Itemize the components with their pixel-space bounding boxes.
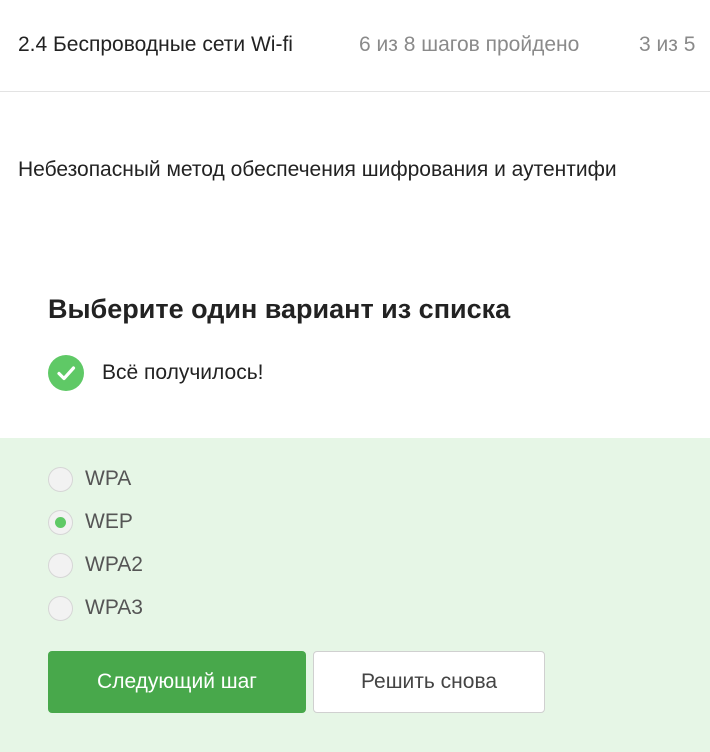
question-text: Небезопасный метод обеспечения шифровани…	[18, 158, 617, 181]
answer-area: WPA WEP WPA2 WPA3 Следующий шаг Решить с…	[0, 438, 710, 752]
option-label: WPA	[85, 467, 132, 490]
option-label: WPA2	[85, 553, 143, 576]
radio-button[interactable]	[48, 595, 73, 621]
option-label: WEP	[85, 510, 133, 533]
step-counter: 3 из 5	[639, 33, 696, 56]
next-step-button[interactable]: Следующий шаг	[48, 651, 306, 713]
option-label: WPA3	[85, 596, 143, 619]
lesson-header: 2.4 Беспроводные сети Wi-fi 6 из 8 шагов…	[0, 0, 710, 92]
retry-button[interactable]: Решить снова	[313, 651, 545, 713]
tab-notch	[478, 0, 506, 4]
radio-button[interactable]	[48, 552, 73, 578]
radio-button-selected[interactable]	[48, 509, 73, 535]
lesson-title[interactable]: 2.4 Беспроводные сети Wi-fi	[18, 33, 293, 57]
option-wpa2[interactable]: WPA2	[48, 552, 143, 578]
radio-button[interactable]	[48, 466, 73, 492]
option-wpa3[interactable]: WPA3	[48, 595, 143, 621]
option-wep[interactable]: WEP	[48, 509, 133, 535]
quiz-heading: Выберите один вариант из списка	[48, 294, 511, 324]
radio-dot	[55, 516, 66, 528]
option-wpa[interactable]: WPA	[48, 466, 131, 492]
top-border	[0, 0, 710, 1]
result-text: Всё получилось!	[102, 361, 264, 384]
steps-progress: 6 из 8 шагов пройдено	[359, 33, 580, 56]
check-circle-icon	[48, 355, 84, 391]
result-status: Всё получилось!	[48, 355, 263, 391]
